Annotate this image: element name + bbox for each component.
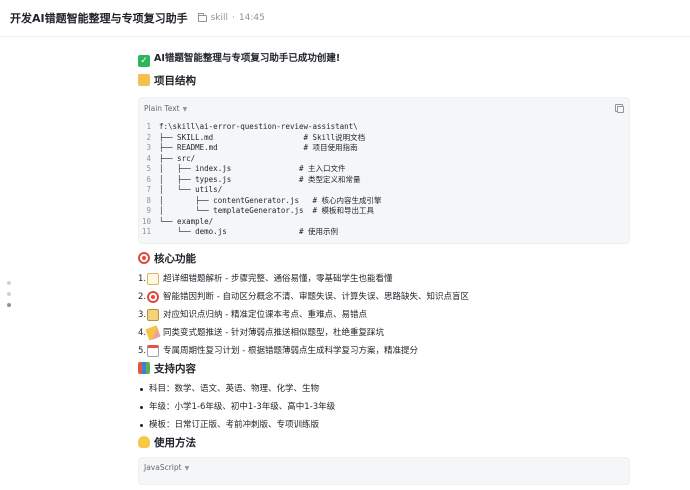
notebook-icon (147, 309, 159, 321)
header-divider (0, 36, 690, 37)
code-text: ├── SKILL.md # Skill说明文档 (159, 132, 366, 142)
chat-header: 开发AI错题智能整理与专项复习助手 skill · 14:45 (0, 0, 690, 36)
code-text: │ ├── index.js # 主入口文件 (159, 164, 346, 173)
features-heading-text: 核心功能 (154, 252, 196, 265)
line-number: 3 (146, 143, 151, 152)
code-language-label: JavaScript (144, 463, 182, 472)
scroll-dot-active[interactable] (7, 303, 11, 307)
feature-item: 4. 同类变式题推送 - 针对薄弱点推送相似题型，杜绝重复踩坑 (138, 325, 630, 341)
scroll-dot[interactable] (7, 292, 11, 296)
support-item: 模板：日常订正版、考前冲刺版、专项训练版 (138, 418, 630, 433)
code-text: ├── README.md # 项目使用指南 (159, 143, 358, 152)
books-icon (138, 361, 150, 374)
code-text: │ ├── contentGenerator.js # 核心内容生成引擎 (159, 195, 382, 205)
feature-number: 2. (138, 291, 147, 302)
feature-text: 同类变式题推送 - 针对薄弱点推送相似题型，杜绝重复踩坑 (163, 327, 384, 338)
code-line: 3 ├── README.md # 项目使用指南 (139, 143, 629, 154)
line-number: 1 (146, 122, 151, 131)
feature-item: 1. 超详细错题解析 - 步骤完整、通俗易懂，零基础学生也能看懂 (138, 272, 630, 287)
line-number: 7 (146, 185, 151, 194)
feature-item: 3. 对应知识点归纳 - 精准定位课本考点、重难点、易错点 (138, 308, 630, 323)
scroll-position-indicator[interactable] (7, 281, 13, 314)
meta-separator: · (232, 13, 235, 23)
code-text: └── demo.js # 使用示例 (159, 227, 339, 236)
code-text: ├── src/ (159, 153, 196, 163)
code-language-select[interactable]: JavaScript ▼ (144, 463, 189, 472)
support-item: 年级：小学1-6年级、初中1-3年级、高中1-3年级 (138, 400, 630, 415)
feature-number: 1. (138, 273, 147, 284)
feature-text: 超详细错题解析 - 步骤完整、通俗易懂，零基础学生也能看懂 (163, 273, 393, 284)
code-language-label: Plain Text (144, 103, 180, 113)
pencil-icon (145, 325, 161, 341)
light-bulb-icon (138, 435, 150, 448)
support-heading-text: 支持内容 (154, 362, 196, 375)
chevron-down-icon: ▼ (182, 105, 188, 113)
feature-item: 5. 专属周期性复习计划 - 根据错题薄弱点生成科学复习方案，精准提分 (138, 344, 630, 359)
feature-text: 智能错因判断 - 自动区分概念不清、审题失误、计算失误、思路缺失、知识点盲区 (163, 291, 469, 302)
code-block-toolbar: JavaScript ▼ (139, 458, 629, 478)
support-item: 科目：数学、语文、英语、物理、化学、生物 (138, 382, 630, 397)
code-text: │ ├── types.js # 类型定义和常量 (159, 174, 361, 184)
code-text: │ └── templateGenerator.js # 模板和导出工具 (159, 206, 375, 215)
code-text: │ └── utils/ (159, 185, 223, 194)
structure-heading: 项目结构 (138, 74, 630, 89)
features-heading: 核心功能 (138, 251, 630, 267)
target-icon (138, 251, 150, 264)
feature-text: 专属周期性复习计划 - 根据错题薄弱点生成科学复习方案，精准提分 (163, 345, 418, 356)
features-list: 1. 超详细错题解析 - 步骤完整、通俗易懂，零基础学生也能看懂 2. 智能错因判断 … (138, 272, 630, 359)
memo-icon (147, 273, 159, 285)
code-text: └── example/ (159, 216, 214, 226)
conversation-title: 开发AI错题智能整理与专项复习助手 (10, 12, 188, 25)
usage-heading: 使用方法 (138, 435, 630, 451)
code-line: 8 │ ├── contentGenerator.js # 核心内容生成引擎 (139, 196, 629, 207)
feature-text: 对应知识点归纳 - 精准定位课本考点、重难点、易错点 (163, 309, 367, 320)
code-lines: 1 f:\skill\ai-error-question-review-assis… (139, 118, 629, 243)
line-number: 11 (141, 227, 151, 236)
check-mark-icon: ✓ (138, 55, 150, 67)
code-line: 11 └── demo.js # 使用示例 (139, 227, 629, 238)
code-line: 6 │ ├── types.js # 类型定义和常量 (139, 175, 629, 186)
code-block-usage: JavaScript ▼ (138, 456, 630, 485)
calendar-icon (147, 345, 159, 357)
conversation-meta: skill · 14:45 (197, 12, 265, 23)
assistant-message: ✓ AI错题智能整理与专项复习助手已成功创建! 项目结构 Plain Text ▼ … (138, 52, 630, 485)
scroll-dot[interactable] (7, 281, 11, 285)
code-line: 5 │ ├── index.js # 主入口文件 (139, 164, 629, 175)
target-icon (147, 291, 159, 303)
success-text: AI错题智能整理与专项复习助手已成功创建! (154, 53, 341, 64)
folder-icon (138, 74, 150, 86)
code-block-toolbar: Plain Text ▼ (139, 98, 629, 118)
code-line: 4 ├── src/ (139, 154, 629, 165)
code-text: f:\skill\ai-error-question-review-assist… (159, 122, 358, 131)
line-number: 4 (146, 153, 151, 163)
usage-heading-text: 使用方法 (154, 436, 196, 449)
structure-heading-text: 项目结构 (154, 75, 196, 87)
workspace-folder-name[interactable]: skill (211, 13, 228, 23)
line-number: 9 (146, 206, 151, 215)
conversation-time: 14:45 (238, 13, 265, 23)
code-language-select[interactable]: Plain Text ▼ (144, 104, 187, 113)
feature-number: 3. (138, 309, 147, 320)
folder-icon (197, 12, 207, 22)
code-line: 2 ├── SKILL.md # Skill说明文档 (139, 133, 629, 144)
copy-icon[interactable] (615, 104, 624, 113)
support-heading: 支持内容 (138, 361, 630, 377)
code-line: 10 └── example/ (139, 217, 629, 228)
support-list: 科目：数学、语文、英语、物理、化学、生物 年级：小学1-6年级、初中1-3年级、高… (138, 382, 630, 433)
line-number: 6 (146, 174, 151, 184)
code-line: 1 f:\skill\ai-error-question-review-assis… (139, 122, 629, 133)
feature-item: 2. 智能错因判断 - 自动区分概念不清、审题失误、计算失误、思路缺失、知识点盲区 (138, 290, 630, 305)
code-line: 7 │ └── utils/ (139, 185, 629, 196)
line-number: 2 (146, 132, 151, 142)
success-line: ✓ AI错题智能整理与专项复习助手已成功创建! (138, 52, 630, 67)
code-block-structure: Plain Text ▼ 1 f:\skill\ai-error-question-… (138, 97, 630, 244)
code-line: 9 │ └── templateGenerator.js # 模板和导出工具 (139, 206, 629, 217)
chevron-down-icon: ▼ (184, 465, 190, 472)
line-number: 8 (146, 195, 151, 205)
feature-number: 5. (138, 345, 147, 356)
line-number: 5 (146, 164, 151, 173)
line-number: 10 (141, 216, 151, 226)
